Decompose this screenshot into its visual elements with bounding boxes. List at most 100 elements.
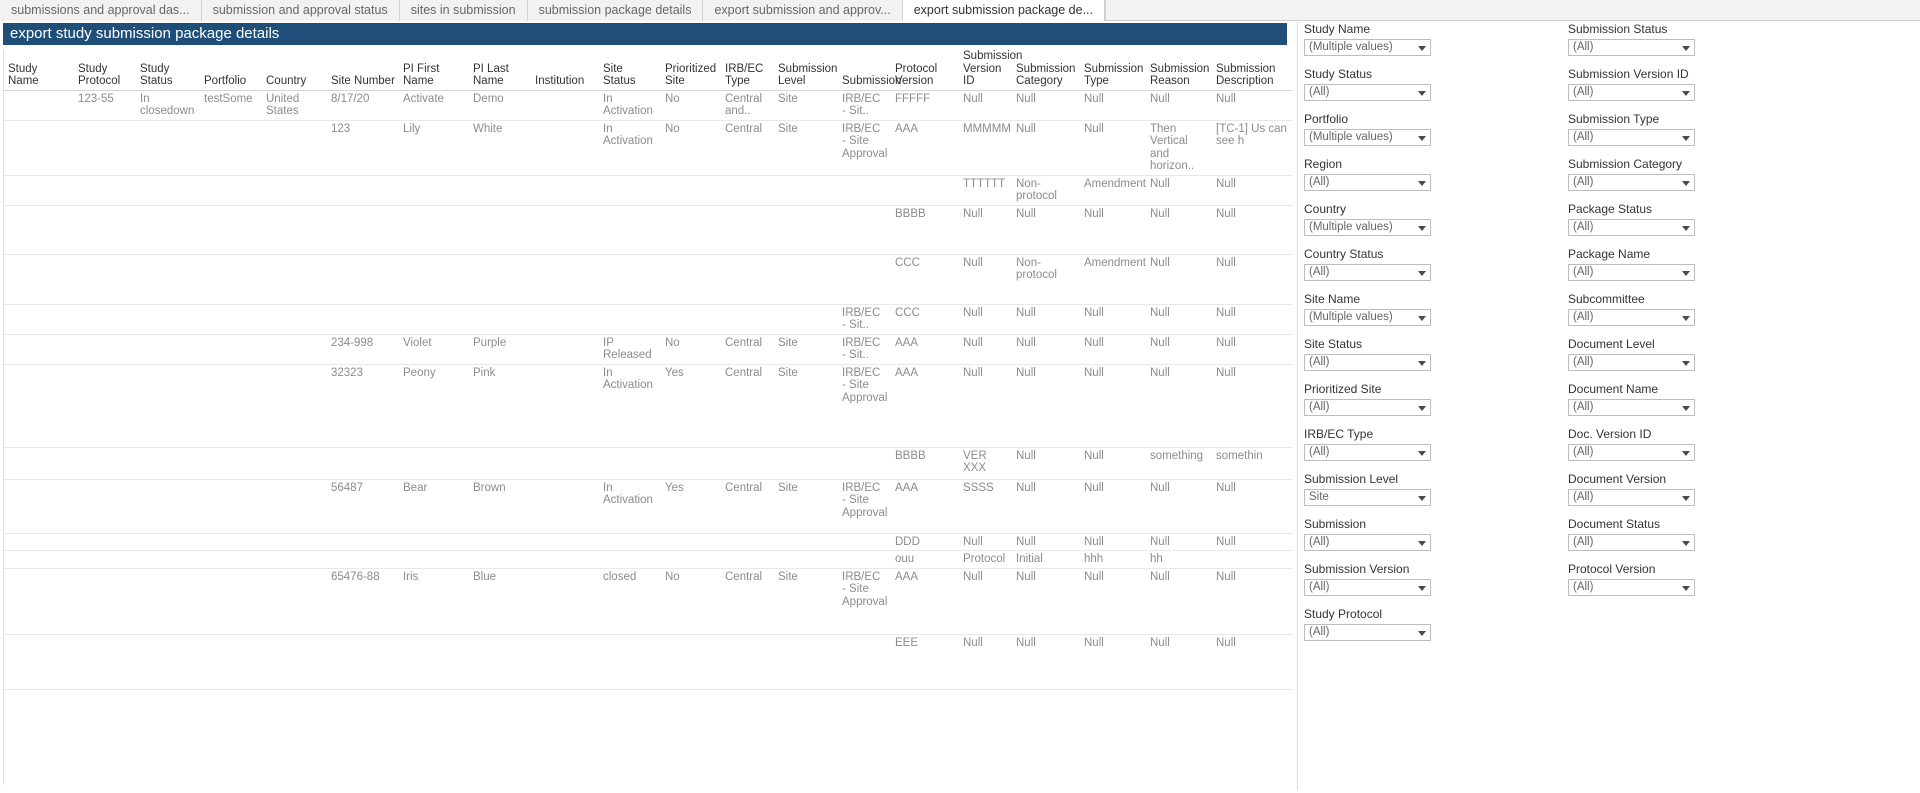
table-cell[interactable] — [200, 550, 262, 569]
table-cell[interactable] — [721, 634, 774, 690]
table-cell[interactable] — [327, 254, 399, 305]
table-cell[interactable]: Null — [1080, 90, 1146, 121]
table-cell[interactable]: No — [661, 568, 721, 635]
table-cell[interactable]: Null — [1080, 334, 1146, 365]
table-cell[interactable]: Null — [1012, 205, 1080, 255]
table-cell[interactable] — [4, 90, 74, 121]
table-cell[interactable]: In closedown — [136, 90, 200, 121]
table-cell[interactable] — [531, 205, 599, 255]
table-cell[interactable]: hh — [1146, 550, 1212, 569]
filter-dropdown[interactable]: (Multiple values) — [1304, 129, 1431, 146]
table-cell[interactable]: Demo — [469, 90, 531, 121]
table-cell[interactable]: Bear — [399, 479, 469, 534]
table-row[interactable]: 123-55 In closedown testSome United States 8… — [4, 90, 1293, 121]
table-cell[interactable] — [74, 120, 136, 176]
table-cell[interactable] — [399, 304, 469, 335]
table-cell[interactable]: Site — [774, 479, 838, 534]
table-cell[interactable] — [399, 447, 469, 480]
table-cell[interactable]: Null — [959, 634, 1012, 690]
filter-dropdown[interactable]: (All) — [1568, 129, 1695, 146]
table-cell[interactable] — [469, 175, 531, 206]
table-cell[interactable] — [74, 364, 136, 448]
table-cell[interactable] — [200, 175, 262, 206]
chevron-down-icon[interactable] — [1418, 226, 1426, 231]
table-cell[interactable] — [4, 550, 74, 569]
table-cell[interactable]: IRB/EC - Sit.. — [838, 334, 891, 365]
table-cell[interactable]: TTTTTT — [959, 175, 1012, 206]
filter-dropdown[interactable]: (All) — [1568, 579, 1695, 596]
table-cell[interactable] — [327, 175, 399, 206]
table-cell[interactable] — [200, 533, 262, 551]
tab-5[interactable]: export submission package de... — [902, 0, 1106, 21]
table-cell[interactable]: Null — [1212, 634, 1293, 690]
table-cell[interactable]: AAA — [891, 334, 959, 365]
table-cell[interactable] — [838, 254, 891, 305]
table-cell[interactable] — [74, 334, 136, 365]
filter-dropdown[interactable]: (Multiple values) — [1304, 309, 1431, 326]
filter-dropdown[interactable]: (All) — [1568, 309, 1695, 326]
table-cell[interactable]: Null — [1212, 254, 1293, 305]
table-cell[interactable] — [4, 304, 74, 335]
table-cell[interactable] — [774, 550, 838, 569]
table-cell[interactable] — [721, 304, 774, 335]
table-cell[interactable]: Null — [1212, 334, 1293, 365]
chevron-down-icon[interactable] — [1682, 271, 1690, 276]
table-cell[interactable]: IP Released — [599, 334, 661, 365]
chevron-down-icon[interactable] — [1682, 361, 1690, 366]
table-cell[interactable] — [200, 254, 262, 305]
table-cell[interactable]: Site — [774, 120, 838, 176]
table-cell[interactable]: Null — [1212, 364, 1293, 448]
column-header-18[interactable]: Submission Reason — [1146, 50, 1212, 91]
filter-dropdown[interactable]: (All) — [1568, 399, 1695, 416]
table-cell[interactable]: Violet — [399, 334, 469, 365]
chevron-down-icon[interactable] — [1682, 541, 1690, 546]
table-cell[interactable] — [1212, 550, 1293, 569]
chevron-down-icon[interactable] — [1418, 91, 1426, 96]
column-header-12[interactable]: Submission Level — [774, 50, 838, 91]
chevron-down-icon[interactable] — [1682, 406, 1690, 411]
table-cell[interactable]: Central — [721, 334, 774, 365]
table-cell[interactable] — [838, 205, 891, 255]
table-row[interactable]: BBBB Null Null Null Null Null — [4, 205, 1293, 255]
table-cell[interactable] — [661, 533, 721, 551]
table-cell[interactable]: Null — [1012, 634, 1080, 690]
table-row[interactable]: EEE Null Null Null Null Null — [4, 634, 1293, 690]
table-cell[interactable]: Null — [1212, 205, 1293, 255]
filter-dropdown[interactable]: (All) — [1568, 444, 1695, 461]
table-cell[interactable]: Central — [721, 364, 774, 448]
table-cell[interactable]: Yes — [661, 479, 721, 534]
table-cell[interactable]: Null — [1012, 364, 1080, 448]
table-cell[interactable]: CCC — [891, 254, 959, 305]
table-cell[interactable] — [136, 304, 200, 335]
table-cell[interactable]: Central — [721, 120, 774, 176]
table-cell[interactable]: Null — [1212, 175, 1293, 206]
column-header-8[interactable]: Institution — [531, 50, 599, 91]
table-cell[interactable] — [136, 479, 200, 534]
table-cell[interactable] — [469, 304, 531, 335]
table-cell[interactable]: No — [661, 120, 721, 176]
table-cell[interactable]: Null — [959, 254, 1012, 305]
chevron-down-icon[interactable] — [1418, 271, 1426, 276]
table-row[interactable]: 56487 Bear Brown In Activation Yes Central Sit… — [4, 479, 1293, 534]
table-cell[interactable]: AAA — [891, 568, 959, 635]
table-cell[interactable] — [599, 550, 661, 569]
chevron-down-icon[interactable] — [1418, 496, 1426, 501]
tab-2[interactable]: sites in submission — [399, 0, 528, 21]
table-cell[interactable] — [136, 364, 200, 448]
table-cell[interactable] — [262, 304, 327, 335]
table-cell[interactable]: Null — [959, 533, 1012, 551]
table-cell[interactable] — [74, 304, 136, 335]
table-cell[interactable] — [136, 175, 200, 206]
chevron-down-icon[interactable] — [1682, 91, 1690, 96]
table-row[interactable]: DDD Null Null Null Null Null — [4, 533, 1293, 551]
table-cell[interactable]: Null — [1212, 568, 1293, 635]
table-cell[interactable] — [774, 205, 838, 255]
table-cell[interactable] — [599, 533, 661, 551]
table-cell[interactable]: Null — [1080, 205, 1146, 255]
tab-4[interactable]: export submission and approv... — [703, 0, 903, 21]
table-cell[interactable]: Null — [1012, 120, 1080, 176]
chevron-down-icon[interactable] — [1418, 46, 1426, 51]
table-cell[interactable] — [136, 447, 200, 480]
table-cell[interactable]: Null — [1012, 479, 1080, 534]
table-cell[interactable] — [200, 120, 262, 176]
